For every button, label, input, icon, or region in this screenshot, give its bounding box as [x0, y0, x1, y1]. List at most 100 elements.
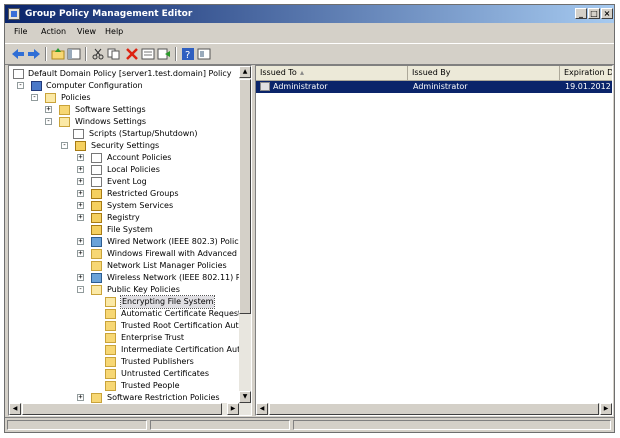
tree-item-system-services[interactable]: + System Services	[11, 200, 241, 212]
tree-item-wireless-network[interactable]: + Wireless Network (IEEE 802.11) Polici	[11, 272, 243, 284]
scroll-left-button[interactable]: ◀	[256, 403, 268, 415]
security-folder-icon	[91, 213, 102, 223]
collapse-toggle[interactable]: -	[77, 286, 84, 293]
minimize-button[interactable]: _	[575, 8, 587, 19]
folder-icon	[105, 381, 116, 391]
expand-toggle[interactable]: +	[77, 154, 84, 161]
expand-toggle[interactable]: +	[77, 202, 84, 209]
maximize-button[interactable]: □	[588, 8, 600, 19]
app-window: Group Policy Management Editor _ □ × Fil…	[4, 4, 615, 433]
folder-icon	[105, 321, 116, 331]
expand-toggle[interactable]: +	[77, 238, 84, 245]
delete-icon[interactable]	[125, 48, 139, 60]
menu-file[interactable]: File	[14, 27, 27, 36]
expand-toggle[interactable]: +	[77, 274, 84, 281]
tree-item-windows-settings[interactable]: - Windows Settings	[11, 116, 211, 128]
expand-toggle[interactable]: +	[77, 214, 84, 221]
tree-item-public-key-policies[interactable]: - Public Key Policies	[11, 284, 243, 296]
folder-icon	[105, 333, 116, 343]
security-folder-icon	[91, 189, 102, 199]
collapse-toggle[interactable]: -	[31, 94, 38, 101]
policy-icon	[91, 165, 102, 175]
sort-ascending-icon: ▴	[300, 68, 305, 77]
collapse-toggle[interactable]: -	[61, 142, 68, 149]
up-folder-icon[interactable]	[51, 48, 65, 60]
show-hide-tree-icon[interactable]	[67, 48, 81, 60]
expand-toggle[interactable]: +	[77, 250, 84, 257]
menu-bar: File Action View Help	[5, 23, 614, 41]
tree-item-enterprise-trust[interactable]: Enterprise Trust	[11, 332, 243, 344]
forward-arrow-icon[interactable]	[27, 48, 41, 60]
tree-item-intermediate-ca[interactable]: Intermediate Certification Authori	[11, 344, 243, 356]
collapse-toggle[interactable]: -	[45, 118, 52, 125]
tree-item-untrusted-certificates[interactable]: Untrusted Certificates	[11, 368, 243, 380]
security-folder-icon	[91, 225, 102, 235]
menu-action[interactable]: Action	[41, 27, 66, 36]
scroll-thumb[interactable]	[269, 403, 599, 415]
tree-item-scripts[interactable]: Scripts (Startup/Shutdown)	[11, 128, 231, 140]
list-horizontal-scrollbar[interactable]: ◀ ▶	[256, 403, 612, 415]
tree-item-wired-network[interactable]: + Wired Network (IEEE 802.3) Policies	[11, 236, 250, 248]
scroll-thumb[interactable]	[239, 79, 251, 314]
cut-icon[interactable]	[91, 48, 105, 60]
tree-item-account-policies[interactable]: + Account Policies	[11, 152, 241, 164]
copy-icon[interactable]	[107, 48, 121, 60]
column-expiration-date[interactable]: Expiration Da	[560, 66, 612, 80]
folder-icon	[45, 93, 56, 103]
properties-icon[interactable]	[141, 48, 155, 60]
help-icon[interactable]: ?	[181, 48, 195, 61]
console-icon[interactable]	[197, 48, 211, 60]
column-issued-by[interactable]: Issued By	[408, 66, 560, 80]
tree-item-trusted-publishers[interactable]: Trusted Publishers	[11, 356, 243, 368]
policy-icon	[91, 153, 102, 163]
svg-text:?: ?	[185, 50, 190, 60]
tree-item-security-settings[interactable]: - Security Settings	[11, 140, 231, 152]
scroll-up-button[interactable]: ▲	[239, 66, 251, 78]
network-icon	[91, 237, 102, 247]
tree-item-trusted-people[interactable]: Trusted People	[11, 380, 243, 392]
back-arrow-icon[interactable]	[11, 48, 25, 60]
scroll-thumb[interactable]	[22, 403, 222, 415]
status-cell	[7, 420, 147, 430]
tree-item-trusted-root-ca[interactable]: Trusted Root Certification Authori	[11, 320, 243, 332]
list-header: Issued To ▴ Issued By Expiration Da	[256, 66, 612, 81]
tree-item-policies[interactable]: - Policies	[11, 92, 211, 104]
tree-item-local-policies[interactable]: + Local Policies	[11, 164, 241, 176]
menu-view[interactable]: View	[77, 27, 96, 36]
certificate-row[interactable]: Administrator Administrator 19.01.2012	[256, 81, 612, 93]
expand-toggle[interactable]: +	[77, 190, 84, 197]
expand-toggle[interactable]: +	[45, 106, 52, 113]
close-button[interactable]: ×	[601, 8, 613, 19]
tree-vertical-scrollbar[interactable]: ▲ ▼	[239, 66, 251, 403]
scroll-right-button[interactable]: ▶	[600, 403, 612, 415]
folder-icon	[105, 297, 116, 307]
folder-icon	[59, 117, 70, 127]
column-issued-to[interactable]: Issued To ▴	[256, 66, 408, 80]
tree-item-event-log[interactable]: + Event Log	[11, 176, 241, 188]
expand-toggle[interactable]: +	[77, 166, 84, 173]
tree-horizontal-scrollbar[interactable]: ◀ ▶	[9, 403, 251, 415]
scroll-right-button[interactable]: ▶	[227, 403, 239, 415]
scroll-left-button[interactable]: ◀	[9, 403, 21, 415]
tree-item-computer-configuration[interactable]: - Computer Configuration	[11, 80, 211, 92]
tree-item-automatic-certificate-request[interactable]: Automatic Certificate Request Set	[11, 308, 243, 320]
tree-item-software-settings[interactable]: + Software Settings	[11, 104, 211, 116]
wireless-network-icon	[91, 273, 102, 283]
console-tree[interactable]: Default Domain Policy [server1.test.doma…	[8, 65, 252, 416]
tree-item-windows-firewall[interactable]: + Windows Firewall with Advanced Secu	[11, 248, 243, 260]
menu-help[interactable]: Help	[105, 27, 123, 36]
tree-item-encrypting-file-system[interactable]: Encrypting File System	[11, 295, 243, 309]
tree-item-registry[interactable]: + Registry	[11, 212, 241, 224]
tree-item-network-list-manager[interactable]: Network List Manager Policies	[11, 260, 243, 272]
title-bar[interactable]: Group Policy Management Editor _ □ ×	[5, 5, 614, 23]
status-cell	[150, 420, 290, 430]
expand-toggle[interactable]: +	[77, 394, 84, 401]
expand-toggle[interactable]: +	[77, 178, 84, 185]
results-pane[interactable]: Issued To ▴ Issued By Expiration Da Admi…	[255, 65, 613, 416]
collapse-toggle[interactable]: -	[17, 82, 24, 89]
export-icon[interactable]	[157, 48, 171, 60]
tree-item-file-system[interactable]: File System	[11, 224, 241, 236]
scroll-down-button[interactable]: ▼	[239, 391, 251, 403]
folder-icon	[105, 309, 116, 319]
tree-item-restricted-groups[interactable]: + Restricted Groups	[11, 188, 241, 200]
